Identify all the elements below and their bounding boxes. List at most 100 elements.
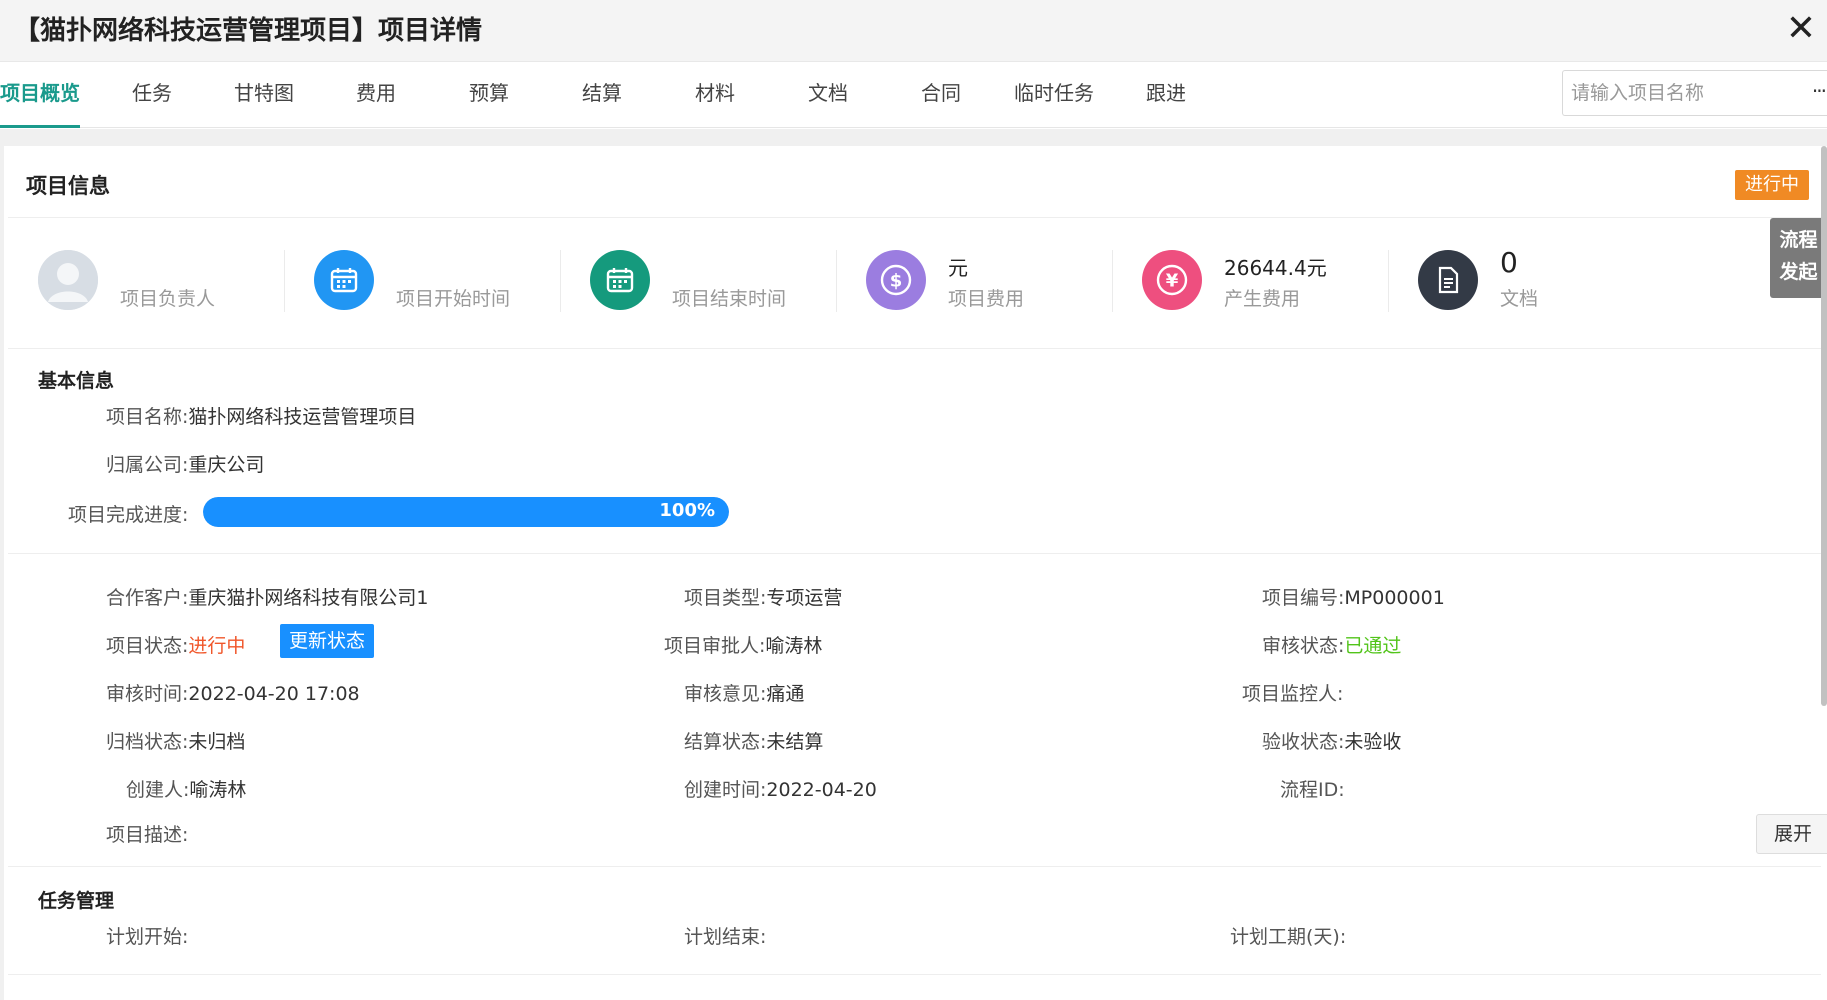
tab-contracts[interactable]: 合同 — [921, 62, 961, 128]
field-key: 计划结束: — [684, 926, 767, 948]
field-customer: 合作客户:重庆猫扑网络科技有限公司1 — [106, 583, 429, 610]
field-value: 痛通 — [766, 683, 805, 705]
divider — [1112, 250, 1113, 312]
stat-end-label: 项目结束时间 — [672, 288, 787, 310]
stat-project-cost: $ 元 项目费用 — [866, 246, 1136, 326]
stat-docs-label: 文档 — [1500, 288, 1539, 310]
project-info-card: 项目信息 进行中 项目负责人 项目开始时间 项目结束时间 $ 元 项目费用 ¥ … — [0, 146, 1827, 1000]
field-audit-time: 审核时间:2022-04-20 17:08 — [106, 679, 360, 706]
field-project-name: 项目名称:猫扑网络科技运营管理项目 — [106, 402, 416, 429]
tab-temp-tasks[interactable]: 临时任务 — [1014, 62, 1094, 128]
update-status-button[interactable]: 更新状态 — [280, 624, 375, 658]
tab-gantt[interactable]: 甘特图 — [234, 62, 294, 128]
divider — [8, 974, 1821, 975]
close-icon[interactable]: ✕ — [1783, 6, 1819, 52]
yen-icon: ¥ — [1142, 250, 1202, 310]
field-key: 项目描述: — [106, 824, 189, 846]
field-project-code: 项目编号:MP000001 — [1262, 583, 1445, 610]
field-value: 喻涛林 — [189, 779, 247, 801]
field-key: 归属公司: — [106, 454, 189, 476]
expand-button[interactable]: 展开 — [1756, 814, 1827, 854]
task-management-title: 任务管理 — [38, 890, 115, 912]
field-progress-label: 项目完成进度: — [68, 500, 188, 527]
field-monitor: 项目监控人: — [1242, 679, 1343, 706]
tab-bar: 项目概览 任务 甘特图 费用 预算 结算 材料 文档 合同 临时任务 跟进 ··… — [0, 62, 1827, 128]
tab-materials[interactable]: 材料 — [695, 62, 735, 128]
field-value: 2022-04-20 — [766, 779, 877, 801]
field-approver: 项目审批人:喻涛林 — [664, 631, 822, 658]
field-key: 项目完成进度: — [68, 504, 189, 526]
basic-info-title: 基本信息 — [38, 370, 115, 392]
stat-cost-value: 元 — [948, 256, 968, 280]
divider — [8, 866, 1821, 867]
svg-text:$: $ — [890, 271, 903, 292]
divider — [8, 348, 1821, 349]
progress-bar: 100% — [203, 497, 729, 527]
field-key: 审核状态: — [1262, 635, 1345, 657]
dollar-icon: $ — [866, 250, 926, 310]
divider — [836, 250, 837, 312]
more-icon[interactable]: ··· — [1812, 79, 1827, 103]
field-key: 验收状态: — [1262, 731, 1345, 753]
field-archive-status: 归档状态:未归档 — [106, 727, 245, 754]
field-key: 计划开始: — [106, 926, 189, 948]
title-bar: 【猫扑网络科技运营管理项目】项目详情 ✕ — [0, 0, 1827, 62]
progress-fill: 100% — [203, 497, 729, 527]
field-key: 合作客户: — [106, 587, 189, 609]
field-value: 未结算 — [766, 731, 824, 753]
separator — [0, 129, 1827, 146]
field-key: 项目监控人: — [1242, 683, 1344, 705]
vertical-scrollbar[interactable] — [1821, 146, 1827, 706]
project-search-input[interactable] — [1563, 71, 1793, 115]
field-key: 项目名称: — [106, 406, 189, 428]
section-header: 项目信息 进行中 — [8, 146, 1821, 218]
field-audit-opinion: 审核意见:痛通 — [684, 679, 804, 706]
field-key: 项目类型: — [684, 587, 767, 609]
field-value: 重庆猫扑网络科技有限公司1 — [188, 587, 429, 609]
field-created-time: 创建时间:2022-04-20 — [684, 775, 877, 802]
field-value: 未归档 — [188, 731, 246, 753]
project-search: ··· — [1562, 70, 1827, 116]
status-badge: 进行中 — [1735, 170, 1809, 200]
field-value: 2022-04-20 17:08 — [188, 683, 360, 705]
tab-budget[interactable]: 预算 — [469, 62, 509, 128]
field-key: 创建时间: — [684, 779, 767, 801]
divider — [1388, 250, 1389, 312]
tab-follow-up[interactable]: 跟进 — [1146, 62, 1186, 128]
tab-settlement[interactable]: 结算 — [582, 62, 622, 128]
field-company: 归属公司:重庆公司 — [106, 450, 264, 477]
field-key: 流程ID: — [1280, 779, 1345, 801]
stat-manager-label: 项目负责人 — [120, 288, 216, 310]
field-key: 创建人: — [126, 779, 190, 801]
field-description: 项目描述: — [106, 820, 188, 847]
field-key: 归档状态: — [106, 731, 189, 753]
stat-cost-label: 项目费用 — [948, 288, 1025, 310]
calendar-icon — [314, 250, 374, 310]
stat-manager: 项目负责人 — [38, 246, 308, 326]
tab-costs[interactable]: 费用 — [356, 62, 396, 128]
field-value: 未验收 — [1344, 731, 1402, 753]
field-plan-start: 计划开始: — [106, 922, 188, 949]
stat-generated-value: 26644.4元 — [1224, 256, 1327, 280]
tab-overview[interactable]: 项目概览 — [0, 62, 80, 128]
progress-percent: 100% — [659, 500, 715, 521]
field-key: 审核时间: — [106, 683, 189, 705]
stat-documents: 0 文档 — [1418, 246, 1688, 326]
field-key: 项目状态: — [106, 635, 189, 657]
avatar — [38, 250, 98, 310]
field-value: 重庆公司 — [188, 454, 265, 476]
field-value: MP000001 — [1344, 587, 1445, 609]
stat-docs-value: 0 — [1500, 246, 1518, 279]
tab-tasks[interactable]: 任务 — [132, 62, 172, 128]
stat-start-label: 项目开始时间 — [396, 288, 511, 310]
field-settle-status: 结算状态:未结算 — [684, 727, 823, 754]
field-key: 项目编号: — [1262, 587, 1345, 609]
field-value: 喻涛林 — [765, 635, 823, 657]
flow-tab-line2: 发起 — [1779, 261, 1818, 283]
page-title: 【猫扑网络科技运营管理项目】项目详情 — [14, 16, 483, 46]
field-key: 计划工期(天): — [1230, 926, 1347, 948]
tab-documents[interactable]: 文档 — [808, 62, 848, 128]
flow-launch-tab[interactable]: 流程 发起 — [1770, 218, 1827, 298]
field-key: 结算状态: — [684, 731, 767, 753]
project-detail-page: 【猫扑网络科技运营管理项目】项目详情 ✕ 项目概览 任务 甘特图 费用 预算 结… — [0, 0, 1827, 1000]
